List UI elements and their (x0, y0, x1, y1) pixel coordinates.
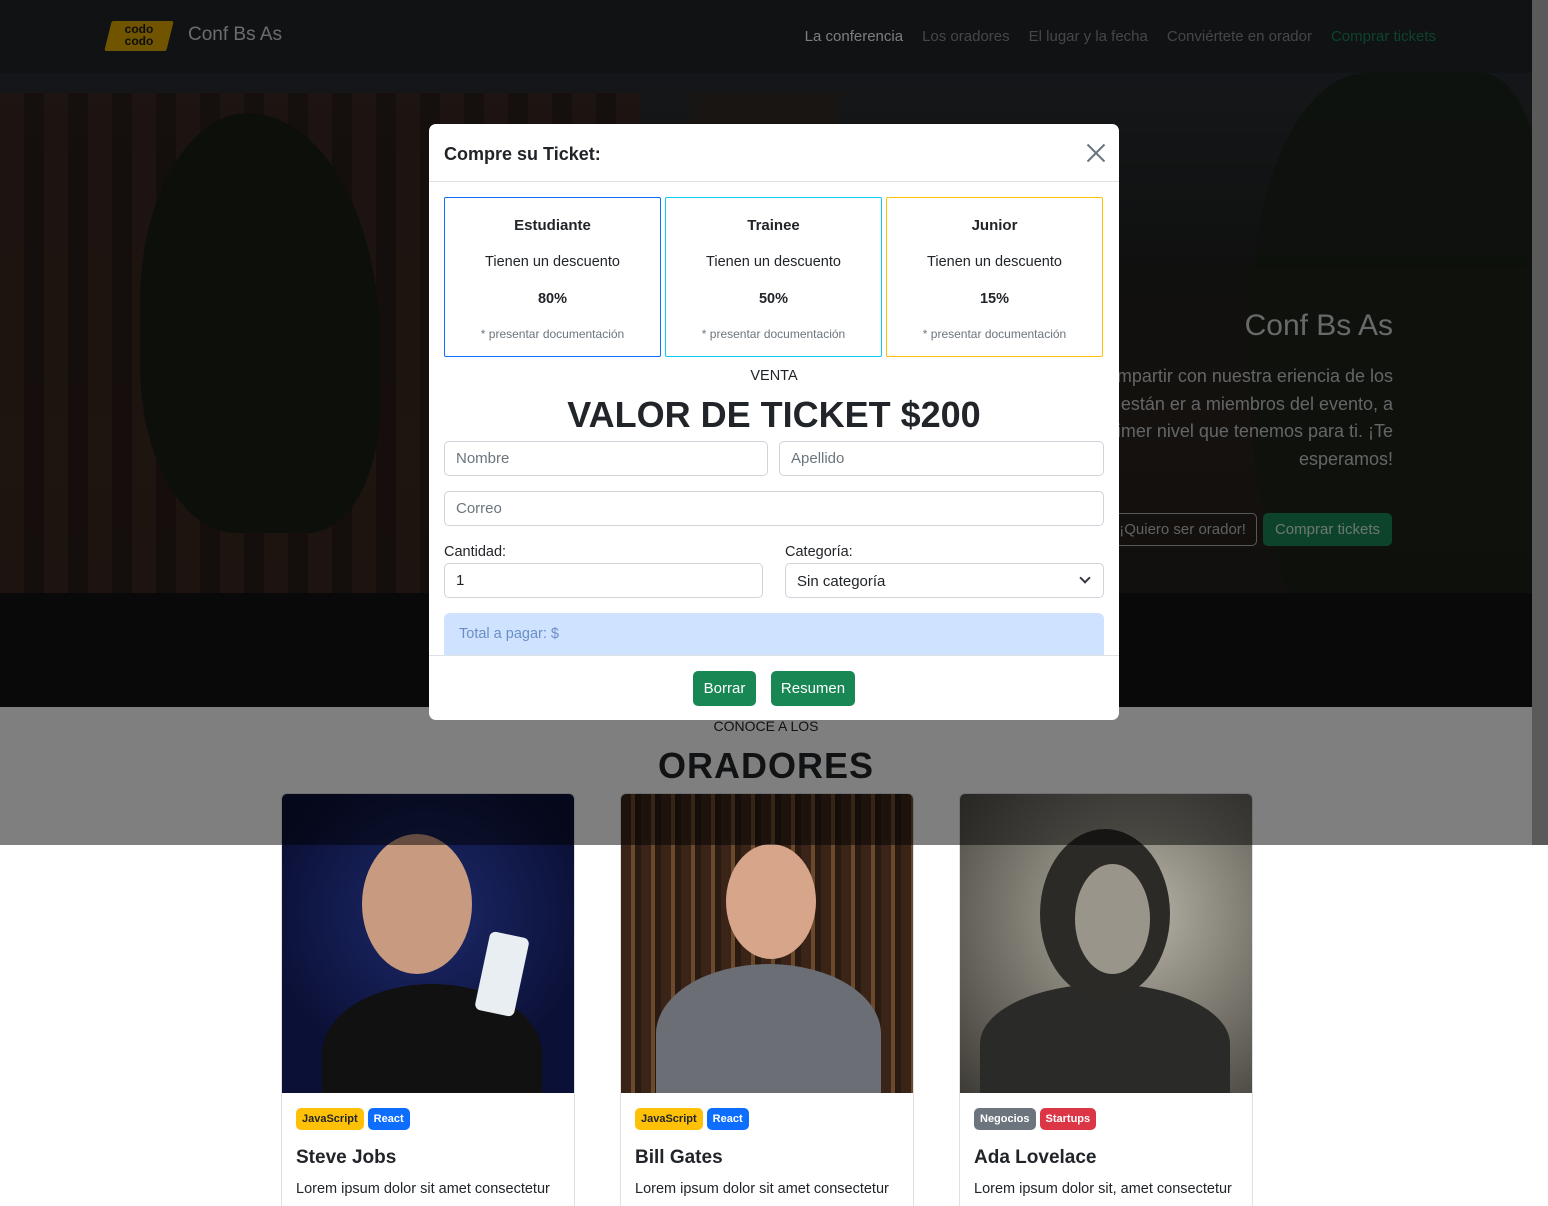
tier-note: * presentar documentación (922, 327, 1067, 341)
close-icon[interactable] (1085, 142, 1107, 164)
speaker-name: Ada Lovelace (974, 1147, 1097, 1168)
speaker-tags: JavaScript React (635, 1108, 749, 1130)
modal-footer: Borrar Resumen (429, 655, 1119, 720)
ticket-price: VALOR DE TICKET $200 (567, 394, 981, 435)
apellido-input[interactable] (779, 441, 1104, 476)
chevron-down-icon (1079, 572, 1091, 584)
total-a-pagar: Total a pagar: $ (444, 613, 1104, 656)
categoria-label: Categoría: (785, 544, 853, 560)
resumen-button[interactable]: Resumen (771, 671, 855, 706)
cantidad-label: Cantidad: (444, 544, 507, 560)
borrar-button[interactable]: Borrar (693, 671, 756, 706)
tier-discount: 15% (979, 291, 1010, 307)
speaker-name: Bill Gates (635, 1147, 723, 1168)
tier-description: Tienen un descuento (706, 254, 841, 270)
tag-badge: Startups (1039, 1108, 1097, 1130)
speaker-name: Steve Jobs (296, 1147, 397, 1168)
speaker-card-steve-jobs: JavaScript React Steve Jobs Lorem ipsum … (281, 793, 575, 1206)
tier-discount: 80% (537, 291, 568, 307)
tier-note: * presentar documentación (480, 327, 625, 341)
tag-badge: JavaScript (635, 1108, 703, 1130)
tier-name: Junior (971, 217, 1018, 234)
venta-label: VENTA (750, 368, 798, 384)
tier-card-junior: Junior Tienen un descuento 15% * present… (886, 197, 1103, 357)
speaker-card-ada-lovelace: Negocios Startups Ada Lovelace Lorem ips… (959, 793, 1253, 1206)
correo-input[interactable] (444, 491, 1104, 526)
categoria-select[interactable]: Sin categoría (785, 563, 1104, 598)
scrollbar[interactable] (1532, 0, 1548, 845)
tier-description: Tienen un descuento (485, 254, 620, 270)
tag-badge: Negocios (974, 1108, 1036, 1130)
tier-name: Trainee (747, 217, 800, 234)
speaker-card-bill-gates: JavaScript React Bill Gates Lorem ipsum … (620, 793, 914, 1206)
tier-name: Estudiante (514, 217, 591, 234)
tag-badge: React (367, 1108, 410, 1130)
ticket-modal: Compre su Ticket: Estudiante Tienen un d… (429, 124, 1119, 720)
modal-title: Compre su Ticket: (444, 144, 601, 164)
speaker-description: Lorem ipsum dolor sit, amet consectetur (974, 1181, 1232, 1197)
tag-badge: React (706, 1108, 749, 1130)
tier-card-estudiante: Estudiante Tienen un descuento 80% * pre… (444, 197, 661, 357)
tag-badge: JavaScript (296, 1108, 364, 1130)
modal-header: Compre su Ticket: (429, 124, 1119, 182)
speaker-description: Lorem ipsum dolor sit amet consectetur (635, 1181, 889, 1197)
tier-note: * presentar documentación (701, 327, 846, 341)
tier-description: Tienen un descuento (927, 254, 1062, 270)
speaker-tags: JavaScript React (296, 1108, 410, 1130)
categoria-selected-value: Sin categoría (797, 573, 886, 590)
speaker-tags: Negocios Startups (974, 1108, 1097, 1130)
nombre-input[interactable] (444, 441, 768, 476)
speaker-description: Lorem ipsum dolor sit amet consectetur (296, 1181, 550, 1197)
cantidad-input[interactable] (444, 563, 763, 598)
tier-discount: 50% (758, 291, 789, 307)
tier-card-trainee: Trainee Tienen un descuento 50% * presen… (665, 197, 882, 357)
